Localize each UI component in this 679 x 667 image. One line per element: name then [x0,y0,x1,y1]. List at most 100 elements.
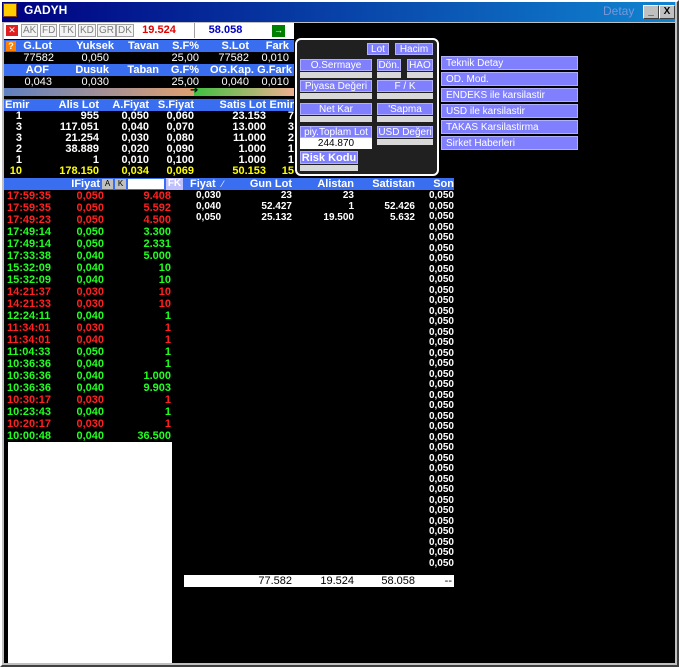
toolbar-value-1: 19.524 [142,24,176,36]
value-yuksek: 0,050 [81,52,109,64]
header-gf: G.F% [170,64,199,76]
menu-teknik-detay[interactable]: Teknik Detay [441,56,578,70]
hacim-button[interactable]: Hacim [395,43,433,55]
son-value: 0,050 [428,253,454,264]
depth-cell: 52.426 [384,201,415,212]
trade-lot: 10 [158,262,171,274]
son-value: 0,050 [428,536,454,548]
filter-input[interactable] [128,179,164,189]
depth-cell: 0,030 [196,190,222,201]
header-fiyat[interactable]: Fiyat [190,178,216,190]
tab-ak[interactable]: AK [21,24,39,37]
menu-usd-karsilastir[interactable]: USD ile karsilastir [441,104,578,118]
son-value: 0,050 [428,221,454,233]
son-value: 0,050 [428,547,454,558]
close-icon[interactable]: ✕ [6,25,18,36]
trade-time: 17:59:35 [7,202,52,214]
trade-time: 15:32:09 [7,262,52,274]
trade-row: 10:00:48 0,040 36.500 [4,430,174,442]
header-ogkap: OG.Kap. [209,64,254,76]
trade-lot: 2.331 [143,238,171,250]
trade-row: 14:21:33 0,030 10 [4,298,174,310]
orderbook-total-cell: 0,069 [166,165,194,177]
son-value: 0,050 [428,211,454,222]
trade-price: 0,030 [76,322,104,334]
trade-lot: 9.903 [143,382,171,394]
trades-header: IFiyat A K FK [4,178,184,190]
sort-icon: ⁄ [222,179,224,189]
trade-time: 10:36:36 [7,370,52,382]
son-value: 0,050 [428,316,454,327]
filter-k-button[interactable]: K [115,179,126,189]
trade-time: 14:21:33 [7,298,52,310]
trade-time: 15:32:09 [7,274,52,286]
usd-degeri-button[interactable]: USD Değeri [377,126,433,138]
depth-row: 0,030 23 23 [184,190,454,201]
title-bar[interactable] [2,2,675,22]
summary-header-1: ? G.Lot Yuksek Tavan S.F% S.Lot Fark [4,40,294,52]
filter-a-button[interactable]: A [102,179,113,189]
tab-gr[interactable]: GR [97,24,116,37]
fk-toggle[interactable]: FK [166,178,183,190]
son-value: 0,050 [428,263,454,275]
son-value: 0,050 [428,463,454,474]
depth-cell: 52.427 [261,201,292,212]
osermaye-button[interactable]: O.Sermaye [300,59,372,71]
depth-row: 0,050 25.132 19.500 5.632 [184,212,454,223]
trade-time: 17:59:35 [7,190,52,202]
header-aof: AOF [25,64,49,76]
son-value: 0,050 [428,347,454,359]
menu-endeks-karsilastir[interactable]: ENDEKS ile karsilastir [441,88,578,102]
trade-price: 0,050 [76,202,104,214]
trade-row: 10:36:36 0,040 1.000 [4,370,174,382]
son-value: 0,050 [428,200,454,212]
net-kar-button[interactable]: Net Kar [300,103,372,115]
tab-tk[interactable]: TK [59,24,76,37]
menu-takas-karsilastirma[interactable]: TAKAS Karsilastirma [441,120,578,134]
tab-fd[interactable]: FD [40,24,58,37]
trade-time: 10:30:17 [7,394,52,406]
son-value: 0,050 [428,473,454,485]
trade-price: 0,040 [76,262,104,274]
depth-cell: 23 [342,190,354,201]
donem-button[interactable]: Dön. [377,59,401,71]
footer-gun-lot: 77.582 [258,575,292,587]
piy-toplam-lot-button[interactable]: piy.Toplam Lot [300,126,372,138]
trade-row: 12:24:11 0,040 1 [4,310,174,322]
trade-row: 11:04:33 0,050 1 [4,346,174,358]
minimize-button[interactable]: _ [643,5,659,19]
header-satistan: Satistan [372,178,415,190]
lot-button[interactable]: Lot [367,43,389,55]
trade-lot: 9.408 [143,190,171,202]
trade-time: 10:36:36 [7,382,52,394]
depth-cell: 23 [280,190,292,201]
trade-lot: 4.500 [143,214,171,226]
arrow-right-icon[interactable]: → [272,25,285,37]
son-value: 0,050 [428,557,454,569]
son-value: 0,050 [428,305,454,317]
trade-lot: 1 [164,346,171,358]
son-value: 0,050 [428,515,454,527]
header-fark: Fark [265,40,289,52]
detay-label: Detay [603,4,635,18]
orderbook-total-cell: 178.150 [59,165,99,177]
piyasa-degeri-button[interactable]: Piyasa Değeri [300,80,372,92]
header-ifiyat[interactable]: IFiyat [44,178,100,190]
tab-kd[interactable]: KD [78,24,96,37]
fk-button[interactable]: F / K [377,80,433,92]
header-yuksek: Yuksek [76,40,114,52]
son-value: 0,050 [428,368,454,380]
risk-kodu-button[interactable]: Risk Kodu [300,151,358,164]
close-button[interactable]: X [659,5,675,19]
depth-footer: 77.582 19.524 58.058 -- [184,575,454,587]
header-tavan: Tavan [128,40,159,52]
trade-row: 17:49:14 0,050 3.300 [4,226,174,238]
value-fark: 0,010 [261,52,289,64]
summary-values-1: 77582 0,050 25,00 77582 0,010 [4,52,294,64]
trade-time: 17:33:38 [7,250,52,262]
menu-sirket-haberleri[interactable]: Sirket Haberleri [441,136,578,150]
sapma-button[interactable]: 'Sapma [377,103,433,115]
trade-price: 0,050 [76,190,104,202]
menu-od-mod[interactable]: OD. Mod. [441,72,578,86]
hao-button[interactable]: HAO [407,59,433,71]
